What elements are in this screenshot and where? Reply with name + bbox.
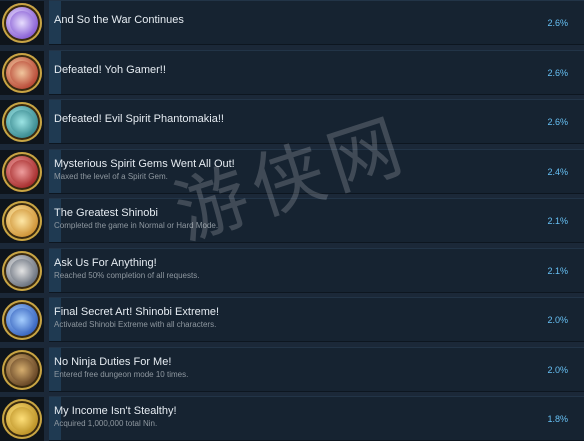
achievement-card: My Income Isn't Stealthy! Acquired 1,000,… <box>49 396 584 441</box>
badge-emblem-icon <box>10 407 34 431</box>
achievement-unlock-percent: 2.6% <box>547 68 568 78</box>
achievement-badge-icon <box>2 152 42 192</box>
achievement-title: And So the War Continues <box>54 14 184 26</box>
achievement-badge-icon <box>2 300 42 340</box>
achievement-card: The Greatest Shinobi Completed the game i… <box>49 198 584 243</box>
achievement-description: Reached 50% completion of all requests. <box>54 271 200 280</box>
achievement-badge-icon <box>2 350 42 390</box>
achievement-description: Activated Shinobi Extreme with all chara… <box>54 320 217 329</box>
achievement-card: Final Secret Art! Shinobi Extreme! Activa… <box>49 297 584 342</box>
achievement-row[interactable]: Defeated! Yoh Gamer!! 2.6% <box>0 50 584 95</box>
achievement-card: Defeated! Yoh Gamer!! 2.6% <box>49 50 584 95</box>
achievement-row[interactable]: The Greatest Shinobi Completed the game i… <box>0 198 584 243</box>
achievement-description: Maxed the level of a Spirit Gem. <box>54 172 168 181</box>
achievement-icon <box>0 100 44 144</box>
achievement-row[interactable]: My Income Isn't Stealthy! Acquired 1,000,… <box>0 396 584 441</box>
achievement-description: Completed the game in Normal or Hard Mod… <box>54 221 219 230</box>
achievement-icon <box>0 1 44 45</box>
achievement-row[interactable]: And So the War Continues 2.6% <box>0 0 584 45</box>
achievement-badge-icon <box>2 201 42 241</box>
badge-emblem-icon <box>10 259 34 283</box>
badge-emblem-icon <box>10 11 34 35</box>
achievement-icon <box>0 397 44 441</box>
achievement-icon <box>0 150 44 194</box>
achievement-row[interactable]: No Ninja Duties For Me! Entered free dung… <box>0 347 584 392</box>
achievement-unlock-percent: 2.0% <box>547 315 568 325</box>
achievement-card: Ask Us For Anything! Reached 50% completi… <box>49 248 584 293</box>
achievement-title: Defeated! Evil Spirit Phantomakia!! <box>54 113 224 125</box>
achievement-badge-icon <box>2 102 42 142</box>
achievement-title: Final Secret Art! Shinobi Extreme! <box>54 306 220 318</box>
achievement-unlock-percent: 1.8% <box>547 414 568 424</box>
achievement-title: My Income Isn't Stealthy! <box>54 405 177 417</box>
achievement-unlock-percent: 2.6% <box>547 117 568 127</box>
achievement-row[interactable]: Final Secret Art! Shinobi Extreme! Activa… <box>0 297 584 342</box>
achievement-row[interactable]: Mysterious Spirit Gems Went All Out! Maxe… <box>0 149 584 194</box>
achievement-unlock-percent: 2.4% <box>547 167 568 177</box>
achievement-icon <box>0 249 44 293</box>
achievement-card: No Ninja Duties For Me! Entered free dung… <box>49 347 584 392</box>
achievement-unlock-percent: 2.1% <box>547 266 568 276</box>
achievement-badge-icon <box>2 3 42 43</box>
achievement-icon <box>0 348 44 392</box>
achievement-card: Defeated! Evil Spirit Phantomakia!! 2.6% <box>49 99 584 144</box>
badge-emblem-icon <box>10 209 34 233</box>
badge-emblem-icon <box>10 160 34 184</box>
achievement-unlock-percent: 2.6% <box>547 18 568 28</box>
badge-emblem-icon <box>10 110 34 134</box>
achievement-title: Defeated! Yoh Gamer!! <box>54 64 166 76</box>
badge-emblem-icon <box>10 61 34 85</box>
achievement-description: Acquired 1,000,000 total Nin. <box>54 419 158 428</box>
achievement-unlock-percent: 2.0% <box>547 365 568 375</box>
achievement-icon <box>0 199 44 243</box>
badge-emblem-icon <box>10 358 34 382</box>
achievement-title: The Greatest Shinobi <box>54 207 158 219</box>
achievement-card: And So the War Continues 2.6% <box>49 0 584 45</box>
achievement-unlock-percent: 2.1% <box>547 216 568 226</box>
achievement-row[interactable]: Ask Us For Anything! Reached 50% completi… <box>0 248 584 293</box>
achievement-badge-icon <box>2 53 42 93</box>
achievement-card: Mysterious Spirit Gems Went All Out! Maxe… <box>49 149 584 194</box>
achievement-description: Entered free dungeon mode 10 times. <box>54 370 189 379</box>
achievement-row[interactable]: Defeated! Evil Spirit Phantomakia!! 2.6% <box>0 99 584 144</box>
achievement-icon <box>0 51 44 95</box>
achievement-badge-icon <box>2 399 42 439</box>
achievement-icon <box>0 298 44 342</box>
achievement-badge-icon <box>2 251 42 291</box>
achievement-title: Mysterious Spirit Gems Went All Out! <box>54 158 235 170</box>
achievement-title: Ask Us For Anything! <box>54 257 157 269</box>
badge-emblem-icon <box>10 308 34 332</box>
achievement-title: No Ninja Duties For Me! <box>54 356 172 368</box>
